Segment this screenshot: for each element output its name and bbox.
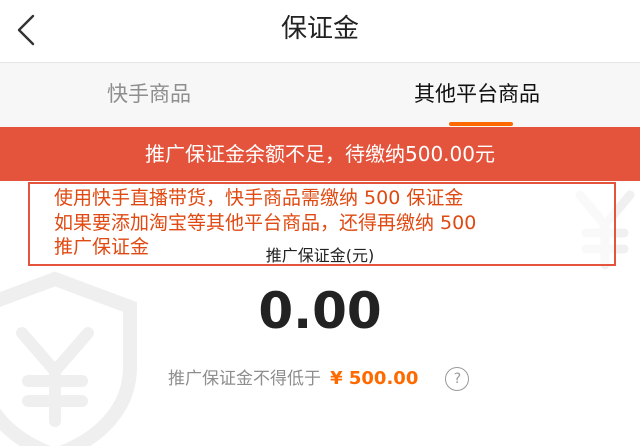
tab-bar: 快手商品 其他平台商品 [0, 63, 640, 127]
balance-warning-banner: 推广保证金余额不足，待缴纳500.00元 [0, 127, 640, 181]
header-bar: 保证金 [0, 0, 640, 63]
question-circle-icon[interactable]: ? [445, 367, 470, 391]
tab-kuaishou-products[interactable]: 快手商品 [107, 79, 191, 109]
annotation-line: 如果要添加淘宝等其他平台商品，还得再缴纳 500 [54, 212, 477, 234]
page-title: 保证金 [280, 14, 359, 44]
minimum-deposit-amount: ¥ 500.00 [330, 368, 419, 389]
deposit-amount: 0.00 [258, 282, 382, 340]
tab-other-platform-products[interactable]: 其他平台商品 [414, 79, 540, 109]
deposit-panel: 使用快手直播带货，快手商品需缴纳 500 保证金 如果要添加淘宝等其他平台商品，… [0, 181, 640, 446]
deposit-label: 推广保证金(元) [265, 246, 375, 265]
minimum-deposit-row: 推广保证金不得低于 ¥ 500.00 ? [168, 365, 470, 393]
annotation-line: 使用快手直播带货，快手商品需缴纳 500 保证金 [54, 187, 464, 209]
active-tab-indicator [449, 122, 513, 126]
minimum-deposit-text: 推广保证金不得低于 [168, 369, 321, 389]
